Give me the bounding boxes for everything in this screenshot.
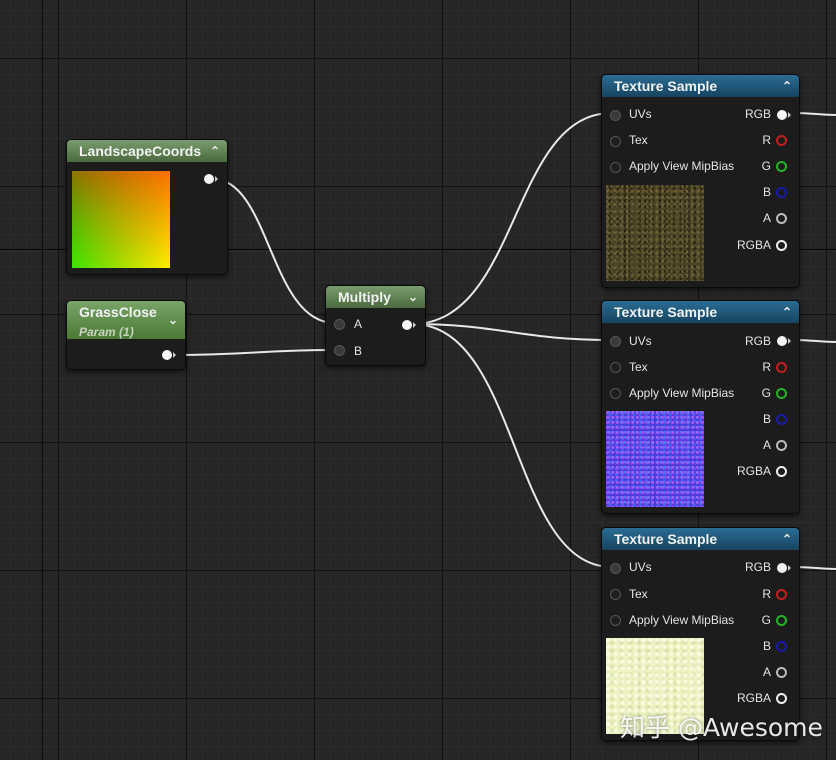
output-label: A <box>762 211 771 225</box>
grass-close-node[interactable]: GrassClose Param (1) ⌄ <box>66 300 186 370</box>
input-label: Apply View MipBias <box>629 613 735 627</box>
node-title: Multiply <box>338 289 391 305</box>
chevron-down-icon[interactable]: ⌄ <box>168 309 178 331</box>
output-label: B <box>762 639 771 653</box>
chevron-down-icon[interactable]: ⌄ <box>408 286 418 308</box>
node-header[interactable]: GrassClose Param (1) ⌄ <box>67 301 185 339</box>
input-pin-tex[interactable] <box>610 136 621 147</box>
input-pin-uvs[interactable] <box>610 110 621 121</box>
wire-multiply-to-ts1 <box>411 112 613 325</box>
output-pin-rgba[interactable] <box>776 466 787 477</box>
input-pin-tex[interactable] <box>610 362 621 373</box>
output-pin-a[interactable] <box>776 667 787 678</box>
wire-multiply-to-ts3 <box>411 323 613 568</box>
output-pin-b[interactable] <box>776 187 787 198</box>
input-label: UVs <box>629 334 652 348</box>
output-label: RGB <box>744 560 771 574</box>
node-title: Texture Sample <box>614 531 718 547</box>
output-label: RGBA <box>736 464 771 478</box>
texture-preview-normal <box>606 411 704 507</box>
output-pin-arrow-icon <box>173 352 176 358</box>
wire-landscape-to-a <box>212 178 336 324</box>
output-pin-b[interactable] <box>776 414 787 425</box>
output-pin-g[interactable] <box>776 161 787 172</box>
output-pin-b[interactable] <box>776 641 787 652</box>
output-label: R <box>762 587 771 601</box>
input-pin-tex[interactable] <box>610 589 621 600</box>
node-title: Texture Sample <box>614 78 718 94</box>
output-label: R <box>762 133 771 147</box>
output-pin-rgb[interactable] <box>777 336 787 346</box>
texture-sample-node[interactable]: Texture Sample ⌃ UVs Tex Apply View MipB… <box>601 300 800 514</box>
output-pin-a[interactable] <box>776 440 787 451</box>
output-pin-arrow-icon <box>788 112 791 118</box>
node-header[interactable]: Texture Sample ⌃ <box>602 528 799 550</box>
output-label: RGBA <box>736 238 771 252</box>
chevron-up-icon[interactable]: ⌃ <box>782 301 792 323</box>
output-pin-rgba[interactable] <box>776 240 787 251</box>
output-label: G <box>761 386 771 400</box>
output-pin-rgba[interactable] <box>776 693 787 704</box>
node-title: GrassClose <box>79 304 157 320</box>
input-label: Apply View MipBias <box>629 159 735 173</box>
input-pin-b[interactable] <box>334 345 345 356</box>
input-pin-uvs[interactable] <box>610 563 621 574</box>
output-label: G <box>761 613 771 627</box>
input-label: UVs <box>629 560 652 574</box>
output-pin-arrow-icon <box>788 565 791 571</box>
output-pin-g[interactable] <box>776 388 787 399</box>
input-b-label: B <box>354 344 363 358</box>
node-header[interactable]: Multiply ⌄ <box>326 286 425 308</box>
node-subtitle: Param (1) <box>79 325 134 339</box>
landscape-coords-node[interactable]: LandscapeCoords ⌃ <box>66 139 228 275</box>
wire-grass-to-b <box>171 349 336 356</box>
output-pin-rgb[interactable] <box>777 563 787 573</box>
node-header[interactable]: Texture Sample ⌃ <box>602 301 799 323</box>
input-pin-mipbias[interactable] <box>610 615 621 626</box>
input-a-label: A <box>354 317 363 331</box>
output-pin-r[interactable] <box>776 362 787 373</box>
input-pin-uvs[interactable] <box>610 336 621 347</box>
output-pin-rgb[interactable] <box>777 110 787 120</box>
output-label: RGBA <box>736 691 771 705</box>
chevron-up-icon[interactable]: ⌃ <box>210 140 220 162</box>
output-pin[interactable] <box>402 320 412 330</box>
output-pin-r[interactable] <box>776 135 787 146</box>
input-pin-mipbias[interactable] <box>610 162 621 173</box>
node-title: Texture Sample <box>614 304 718 320</box>
node-header[interactable]: LandscapeCoords ⌃ <box>67 140 227 162</box>
landscape-coords-preview <box>72 171 170 268</box>
input-label: Tex <box>629 133 648 147</box>
texture-sample-node[interactable]: Texture Sample ⌃ UVs Tex Apply View MipB… <box>601 74 800 288</box>
texture-preview-dirt <box>606 185 704 281</box>
output-pin-arrow-icon <box>788 338 791 344</box>
output-pin-r[interactable] <box>776 589 787 600</box>
node-title: LandscapeCoords <box>79 143 202 159</box>
input-pin-a[interactable] <box>334 319 345 330</box>
chevron-up-icon[interactable]: ⌃ <box>782 528 792 550</box>
output-label: B <box>762 412 771 426</box>
output-label: A <box>762 665 771 679</box>
output-pin-g[interactable] <box>776 615 787 626</box>
input-label: UVs <box>629 107 652 121</box>
output-label: B <box>762 185 771 199</box>
watermark: 知乎 @Awesome <box>620 713 823 742</box>
input-label: Tex <box>629 587 648 601</box>
output-label: RGB <box>744 107 771 121</box>
output-label: G <box>761 159 771 173</box>
output-pin-arrow-icon <box>215 176 218 182</box>
input-label: Tex <box>629 360 648 374</box>
node-header[interactable]: Texture Sample ⌃ <box>602 75 799 97</box>
output-pin-a[interactable] <box>776 213 787 224</box>
output-pin-arrow-icon <box>413 322 416 328</box>
output-label: A <box>762 438 771 452</box>
input-label: Apply View MipBias <box>629 386 735 400</box>
output-pin[interactable] <box>162 350 172 360</box>
output-label: RGB <box>744 334 771 348</box>
output-label: R <box>762 360 771 374</box>
multiply-node[interactable]: Multiply ⌄ A B <box>325 285 426 366</box>
chevron-up-icon[interactable]: ⌃ <box>782 75 792 97</box>
input-pin-mipbias[interactable] <box>610 388 621 399</box>
output-pin[interactable] <box>204 174 214 184</box>
